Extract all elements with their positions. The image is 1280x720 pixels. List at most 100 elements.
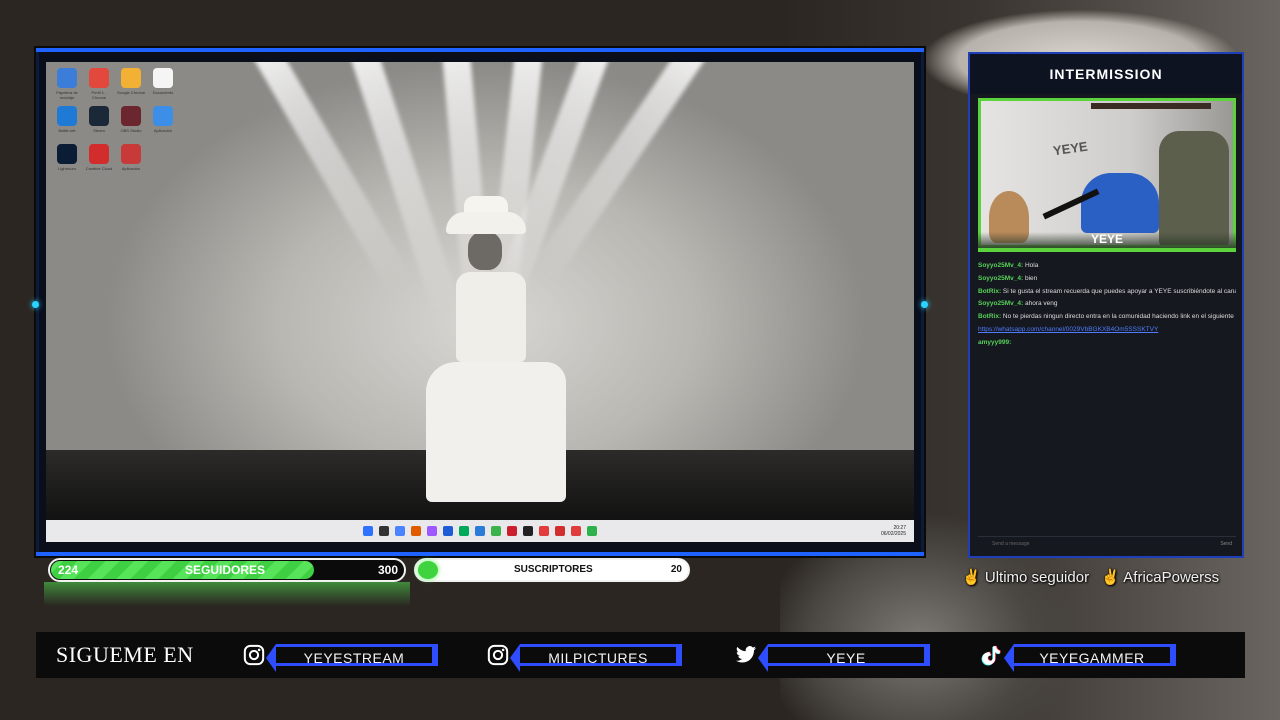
system-tray-clock[interactable]: 20:27 06/02/2025 (881, 525, 906, 537)
taskbar: 20:27 06/02/2025 (46, 520, 914, 542)
app-icon (89, 144, 109, 164)
chat-username[interactable]: Soyyo25Mv_4: (978, 262, 1023, 269)
desktop-icon[interactable]: OBS Studio (116, 106, 146, 133)
last-follower-label: Ultimo seguidor (984, 569, 1090, 586)
instagram-icon (242, 643, 266, 667)
desktop-icon-label: Creative Cloud (85, 166, 113, 171)
desktop-icon[interactable]: Papelera de reciclaje (52, 68, 82, 100)
social-bar: SIGUEME EN YEYESTREAM MILPICTURES YEYE Y… (36, 632, 1245, 678)
taskbar-app-icon[interactable] (427, 526, 437, 536)
taskbar-app-icon[interactable] (475, 526, 485, 536)
social-item-tiktok-yeyegammer[interactable]: YEYEGAMMER (980, 642, 1176, 672)
followers-goal: 300 (377, 563, 398, 577)
desktop-icon[interactable]: Creative Cloud (84, 144, 114, 171)
taskbar-app-icon[interactable] (555, 526, 565, 536)
chat-username[interactable]: amyyy999: (978, 339, 1011, 346)
chat-username[interactable]: Soyyo25Mv_4: (978, 300, 1023, 307)
subscribers-goal-bar: SUSCRIPTORES 20 (414, 558, 690, 582)
screen-capture-frame: Papelera de reciclaje Perfil 1 - Chrome Go… (32, 48, 928, 556)
taskbar-app-icon[interactable] (379, 526, 389, 536)
taskbar-app-icon[interactable] (491, 526, 501, 536)
chat-text: ahora veng (1024, 300, 1058, 308)
social-item-twitter-yeye[interactable]: YEYE (734, 642, 930, 672)
taskbar-app-icon[interactable] (363, 526, 373, 536)
app-icon (121, 106, 141, 126)
taskbar-app-icon[interactable] (411, 526, 421, 536)
app-icon (121, 68, 141, 88)
chat-username[interactable]: Soyyo25Mv_4: (978, 275, 1023, 282)
followers-progress-fill (51, 561, 314, 579)
followers-label: SEGUIDORES (185, 563, 266, 577)
desktop-icon[interactable]: Documento (148, 68, 178, 95)
app-icon (121, 144, 141, 164)
taskbar-app-icon[interactable] (443, 526, 453, 536)
last-follower-ticker: ✌ Ultimo seguidor ✌ AfricaPowerss (962, 568, 1219, 586)
social-handle: YEYEGAMMER (1004, 644, 1176, 672)
app-icon (57, 144, 77, 164)
chat-text: Hola (1024, 262, 1039, 269)
app-icon (57, 68, 77, 88)
social-item-instagram-yeyestream[interactable]: YEYESTREAM (242, 642, 438, 672)
desktop-icon[interactable]: Lightroom (52, 144, 82, 171)
followers-current: 224 (58, 563, 79, 577)
app-icon (57, 106, 77, 126)
webcam-shelf (1091, 103, 1211, 109)
chat-text: bien (1024, 274, 1038, 282)
panel-title: INTERMISSION (970, 54, 1242, 94)
desktop-icon-label: Google Chrome (116, 90, 146, 95)
app-icon (89, 68, 109, 88)
desktop-icon-label: OBS Studio (120, 128, 142, 133)
frame-dot-right (921, 301, 928, 308)
desktop-wallpaper: Papelera de reciclaje Perfil 1 - Chrome Go… (46, 62, 914, 542)
chat-message: amyyy999: (978, 337, 1236, 350)
taskbar-app-icon[interactable] (507, 526, 517, 536)
chat-link[interactable]: https://whatsapp.com/channel/0029VbBGKXB… (978, 326, 1158, 333)
singer-torso (456, 272, 526, 362)
desktop-icon[interactable]: Google Chrome (116, 68, 146, 95)
chat-message: BotRix: Si te gusta el stream recuerda q… (978, 286, 1236, 299)
taskbar-app-icon[interactable] (395, 526, 405, 536)
desktop-icon-label: Perfil 1 - Chrome (91, 90, 107, 100)
desktop-icon[interactable]: Aplicación (116, 144, 146, 171)
desktop-icon-label: Lightroom (58, 166, 76, 171)
hat-brim (446, 212, 526, 234)
taskbar-app-icon[interactable] (459, 526, 469, 536)
social-item-instagram-milpictures[interactable]: MILPICTURES (486, 642, 682, 672)
desktop-icon[interactable]: Battle.net (52, 106, 82, 133)
desktop-icon[interactable]: Aplicación (148, 106, 178, 133)
hanging-jacket (1159, 131, 1229, 245)
chat-message: Soyyo25Mv_4: Hola (978, 260, 1236, 273)
chat-username[interactable]: BotRix: (978, 313, 1001, 320)
followers-goal-bar: 224 SEGUIDORES 300 (48, 558, 406, 582)
taskbar-app-icon[interactable] (523, 526, 533, 536)
singer-legs (426, 362, 566, 502)
chat-username[interactable]: BotRix: (978, 288, 1001, 295)
desktop-icon-label: Aplicación (121, 166, 141, 171)
instagram-icon (486, 643, 510, 667)
chat-input[interactable]: Send a message Send (978, 536, 1236, 550)
taskbar-app-icon[interactable] (587, 526, 597, 536)
app-icon (89, 106, 109, 126)
chat-message: Soyyo25Mv_4: bien (978, 273, 1236, 286)
followers-glow (44, 582, 410, 606)
send-button[interactable]: Send (1220, 537, 1232, 551)
taskbar-app-icon[interactable] (571, 526, 581, 536)
intermission-panel: INTERMISSION YEYE YEYE Soyyo25Mv_4: Hola… (968, 52, 1244, 558)
follow-me-heading: SIGUEME EN (56, 642, 194, 667)
chat-text: Si te gusta el stream recuerda que puede… (1002, 287, 1236, 295)
desktop-icon-label: Steam (93, 128, 105, 133)
chat-message: BotRix: No te pierdas ningun directo ent… (978, 311, 1236, 324)
desktop-icon[interactable]: Steam (84, 106, 114, 133)
chat-message: https://whatsapp.com/channel/0029VbBGKXB… (978, 324, 1236, 337)
taskbar-app-icon[interactable] (539, 526, 549, 536)
chat-message: Soyyo25Mv_4: ahora veng (978, 298, 1236, 311)
subscribers-label: SUSCRIPTORES (514, 564, 593, 575)
social-handle: YEYE (758, 644, 930, 672)
desktop-icon-label: Battle.net (58, 128, 76, 133)
subscribers-progress-knob (418, 561, 438, 579)
desktop-icon[interactable]: Perfil 1 - Chrome (84, 68, 114, 100)
singer-head (468, 232, 502, 270)
app-icon (153, 106, 173, 126)
chat-input-placeholder: Send a message (992, 541, 1030, 547)
last-follower-name: AfricaPowerss (1123, 569, 1220, 586)
